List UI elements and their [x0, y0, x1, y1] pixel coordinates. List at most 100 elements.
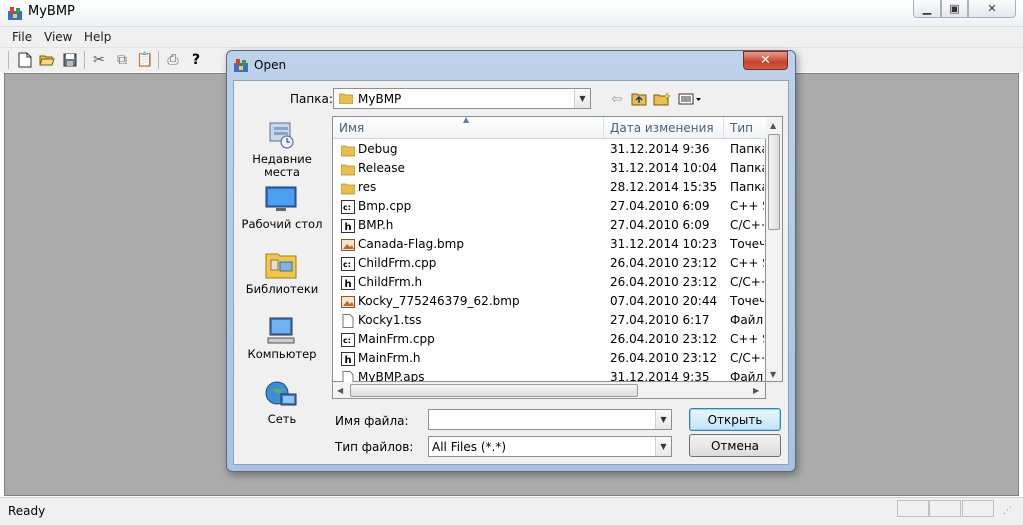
file-type: Папка	[730, 142, 764, 156]
cancel-button[interactable]: Отмена	[689, 434, 781, 457]
app-icon	[8, 7, 22, 20]
view-menu-button[interactable]	[676, 90, 704, 108]
svg-text:h: h	[345, 222, 352, 233]
place-libraries[interactable]: Библиотеки	[240, 283, 324, 296]
file-date: 07.04.2010 20:44	[610, 294, 718, 308]
maximize-button[interactable]: ▣	[941, 0, 968, 18]
back-button[interactable]: ⇦	[607, 90, 627, 108]
file-date: 31.12.2014 10:23	[610, 237, 718, 251]
folder-file-icon	[340, 181, 356, 195]
file-name: Canada-Flag.bmp	[358, 237, 464, 251]
new-folder-button[interactable]	[652, 90, 672, 108]
chevron-down-icon[interactable]: ▼	[655, 410, 671, 429]
place-recent[interactable]: Недавние места	[240, 153, 324, 179]
horizontal-scroll-thumb[interactable]	[350, 384, 638, 397]
scissors-icon: ✂	[93, 52, 105, 68]
file-name-input[interactable]	[428, 409, 672, 430]
open-file-button[interactable]	[38, 51, 56, 69]
back-arrow-icon: ⇦	[611, 91, 623, 107]
look-in-value: MyBMP	[358, 92, 402, 106]
place-network[interactable]: Сеть	[240, 413, 324, 426]
new-file-button[interactable]	[16, 51, 34, 69]
menu-help[interactable]: Help	[84, 30, 111, 44]
column-type-label: Тип	[730, 121, 753, 135]
view-menu-icon	[678, 93, 701, 105]
computer-icon	[267, 317, 295, 344]
printer-icon: ⎙	[167, 52, 179, 68]
help-button[interactable]: ?	[187, 51, 205, 69]
file-name: ChildFrm.h	[358, 275, 423, 289]
vertical-scroll-thumb[interactable]	[768, 134, 780, 230]
paste-icon: 📋	[136, 52, 154, 68]
file-name: MainFrm.cpp	[358, 332, 435, 346]
file-name: BMP.h	[358, 218, 394, 232]
column-header-date[interactable]: Дата изменения	[604, 117, 724, 139]
status-pane	[929, 500, 961, 517]
chevron-down-icon[interactable]: ▼	[655, 437, 671, 456]
file-type: Папка	[730, 161, 764, 175]
app-title: MyBMP	[28, 4, 75, 19]
save-button[interactable]	[61, 51, 79, 69]
close-icon: ✕	[760, 53, 771, 68]
file-date: 27.04.2010 6:17	[610, 313, 710, 327]
chevron-down-icon[interactable]: ▼	[574, 89, 590, 108]
file-name: Bmp.cpp	[358, 199, 412, 213]
column-header-type[interactable]: Тип	[724, 117, 766, 139]
cut-button[interactable]: ✂	[90, 51, 108, 69]
minimize-button[interactable]: ▁	[913, 0, 941, 18]
open-folder-icon	[39, 55, 55, 66]
file-type: C/C++	[730, 275, 764, 289]
cpp-file-icon: c:	[341, 257, 355, 271]
file-date: 31.12.2014 10:04	[610, 161, 718, 175]
maximize-icon: ▣	[949, 2, 960, 15]
place-desktop[interactable]: Рабочий стол	[240, 218, 324, 231]
new-folder-icon	[653, 92, 671, 106]
toolbar-separator	[84, 51, 85, 69]
scroll-left-icon[interactable]: ◀	[337, 386, 343, 395]
up-folder-button[interactable]	[629, 90, 649, 108]
bmp-file-icon	[341, 238, 355, 252]
file-date: 26.04.2010 23:12	[610, 332, 718, 346]
print-button[interactable]: ⎙	[164, 51, 182, 69]
open-button[interactable]: Открыть	[689, 408, 781, 431]
file-name: MainFrm.h	[358, 351, 421, 365]
minimize-icon: ▁	[922, 2, 932, 15]
toolbar-separator	[158, 51, 159, 69]
cpp-file-icon: c:	[341, 200, 355, 214]
place-computer[interactable]: Компьютер	[240, 348, 324, 361]
status-pane	[962, 500, 994, 517]
copy-button[interactable]: ⧉	[113, 51, 131, 69]
menu-view[interactable]: View	[44, 30, 72, 44]
file-date: 31.12.2014 9:36	[610, 142, 710, 156]
file-type: C++ So	[730, 256, 764, 270]
dialog-close-button[interactable]: ✕	[743, 51, 788, 70]
file-type: C++ So	[730, 199, 764, 213]
svg-text:c:: c:	[343, 203, 351, 212]
paste-button[interactable]: 📋	[136, 51, 154, 69]
file-type: C/C++	[730, 351, 764, 365]
menu-file[interactable]: File	[12, 30, 32, 44]
file-date: 28.12.2014 15:35	[610, 180, 718, 194]
svg-text:h: h	[345, 279, 352, 290]
close-icon: ✕	[987, 2, 997, 15]
scroll-down-icon[interactable]: ▼	[770, 370, 776, 379]
scroll-up-icon[interactable]: ▲	[770, 121, 776, 130]
file-name-label: Имя файла:	[335, 414, 409, 428]
folder-file-icon	[340, 143, 356, 157]
file-type: C++ So	[730, 332, 764, 346]
sort-ascending-icon: ▲	[463, 115, 470, 124]
close-window-button[interactable]: ✕	[968, 0, 1016, 18]
libraries-icon	[265, 253, 297, 279]
size-grip-icon[interactable]: ⋰	[1003, 506, 1012, 516]
h-file-icon: h	[341, 219, 355, 233]
up-folder-icon	[631, 93, 647, 106]
scroll-right-icon[interactable]: ▶	[753, 386, 759, 395]
desktop-icon	[265, 186, 297, 211]
status-text: Ready	[8, 504, 46, 518]
folder-file-icon	[340, 162, 356, 176]
recent-places-icon	[269, 122, 294, 149]
cpp-file-icon: c:	[341, 333, 355, 347]
file-name: Release	[358, 161, 405, 175]
help-icon: ?	[191, 52, 201, 68]
file-type: Папка	[730, 180, 764, 194]
